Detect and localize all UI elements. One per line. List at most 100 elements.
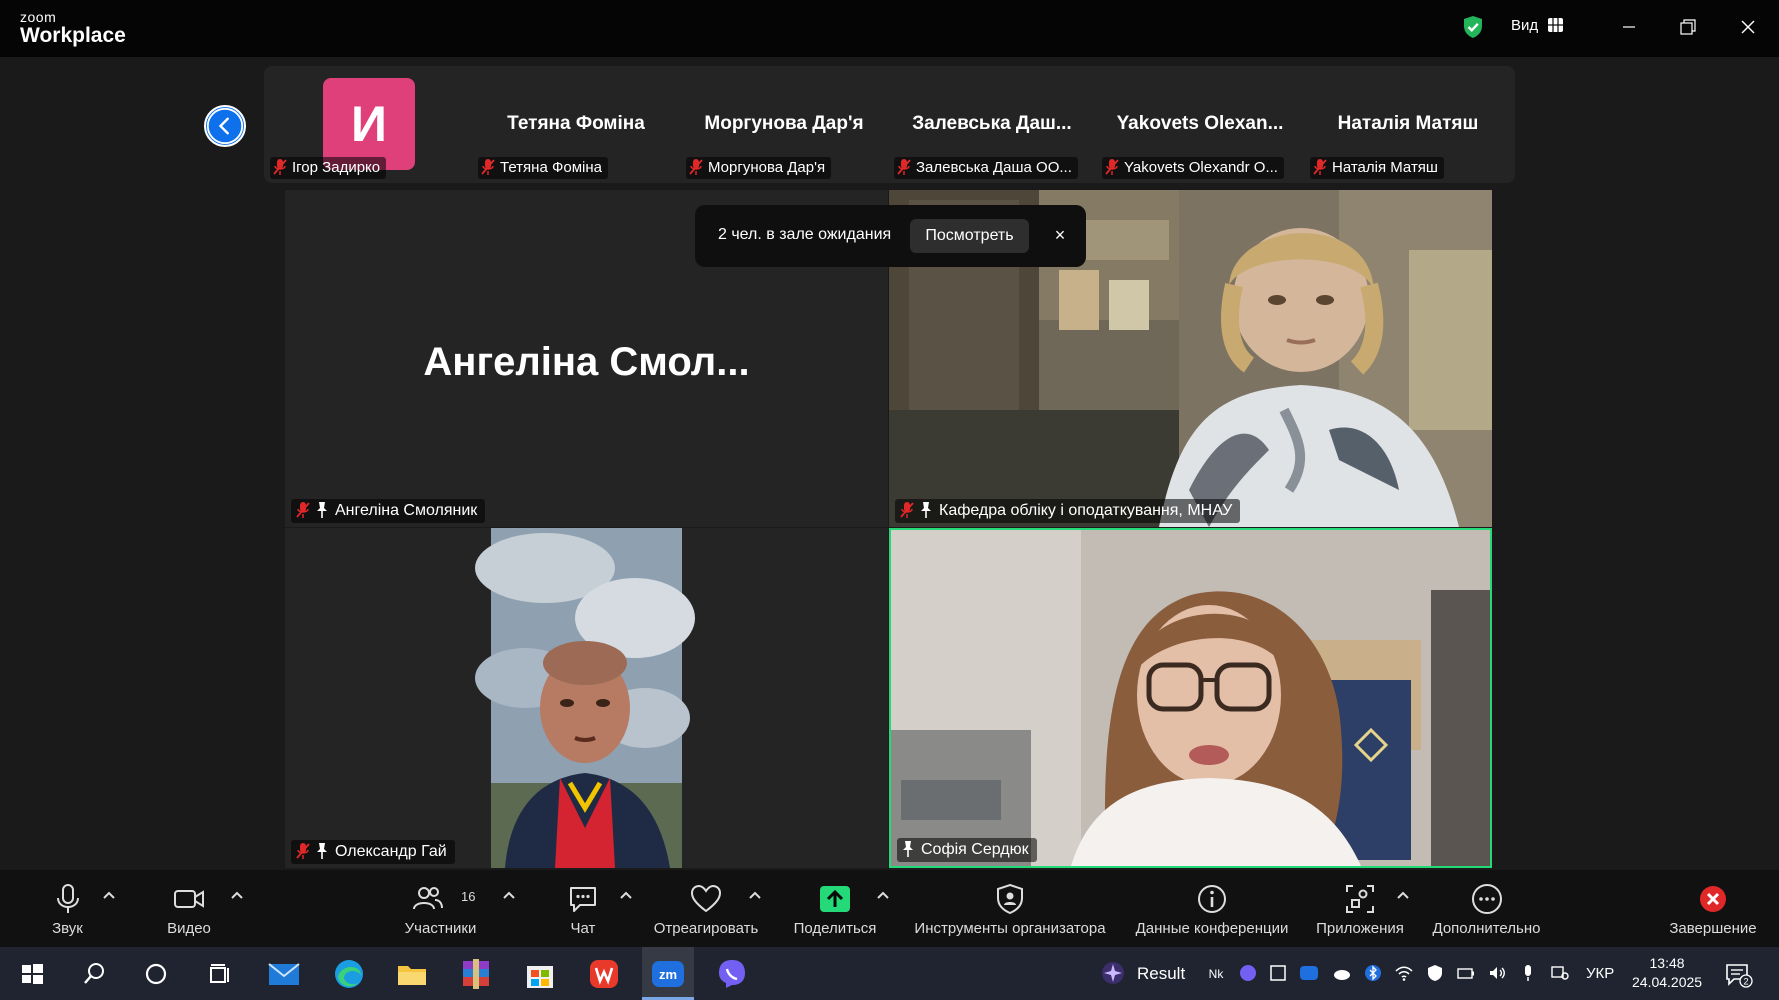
audio-options-chevron-icon[interactable]	[102, 890, 116, 900]
clock-time: 13:48	[1649, 955, 1685, 971]
viber-tray-icon[interactable]	[1238, 963, 1258, 983]
result-label[interactable]: Result	[1137, 964, 1185, 984]
video-options-chevron-icon[interactable]	[230, 890, 244, 900]
strip-tile[interactable]: Наталія Матяш Наталія Матяш	[1304, 66, 1512, 183]
zoom-app-icon[interactable]: zm	[649, 955, 687, 993]
strip-tile[interactable]: Залевська Даш... Залевська Даша ОО...	[888, 66, 1096, 183]
react-button[interactable]: Отреагировать	[650, 870, 762, 947]
participant-name: Залевська Даша ОО...	[916, 159, 1072, 176]
video-camera-icon	[174, 890, 204, 908]
participant-display-name: Yakovets Olexan...	[1116, 113, 1284, 134]
tray-app-icon[interactable]: Nk	[1206, 963, 1226, 983]
display-tray-icon[interactable]	[1550, 963, 1570, 983]
participants-icon	[412, 887, 443, 910]
mic-muted-icon	[296, 502, 310, 518]
input-language-indicator[interactable]: УКР	[1586, 965, 1614, 982]
restore-icon[interactable]	[1673, 12, 1703, 42]
zoom-tray-icon[interactable]	[1299, 963, 1319, 983]
chat-options-chevron-icon[interactable]	[619, 890, 633, 900]
strip-tile[interactable]: Моргунова Дар'я Моргунова Дар'я	[680, 66, 888, 183]
windows-start-icon[interactable]	[13, 955, 51, 993]
react-options-chevron-icon[interactable]	[748, 890, 762, 900]
apps-label: Приложения	[1316, 920, 1404, 937]
share-upload-icon	[820, 886, 850, 912]
chat-button[interactable]: Чат	[553, 870, 613, 947]
end-meeting-button[interactable]: Завершение	[1665, 870, 1761, 947]
battery-icon[interactable]	[1456, 963, 1476, 983]
participant-display-name: Тетяна Фоміна	[507, 113, 645, 134]
chat-bubble-icon	[570, 887, 596, 912]
participant-name-label: Тетяна Фоміна	[478, 157, 608, 179]
meeting-info-label: Данные конференции	[1135, 920, 1289, 937]
meeting-info-button[interactable]: Данные конференции	[1130, 870, 1294, 947]
share-screen-button[interactable]: Поделиться	[790, 870, 880, 947]
window-titlebar: zoom Workplace Вид	[0, 0, 1779, 57]
view-menu-label[interactable]: Вид	[1511, 17, 1538, 34]
participant-name-label: Ангеліна Смоляник	[291, 499, 486, 523]
video-button[interactable]: Видео	[150, 870, 228, 947]
host-tools-shield-icon	[997, 883, 1023, 915]
participant-name-label: Залевська Даша ОО...	[894, 157, 1078, 179]
participants-label: Участники	[404, 920, 477, 937]
security-tray-icon[interactable]	[1425, 963, 1445, 983]
participant-name-label: Yakovets Olexandr O...	[1102, 157, 1284, 179]
cortana-circle-icon[interactable]	[137, 955, 175, 993]
strip-tile[interactable]: И Ігор Задирко	[264, 66, 472, 183]
participants-button[interactable]: Участники	[398, 870, 483, 947]
view-waiting-room-button[interactable]: Посмотреть	[910, 219, 1029, 253]
task-view-icon[interactable]	[200, 955, 238, 993]
result-app-icon[interactable]	[1100, 960, 1126, 986]
notifications-count: 2	[1743, 977, 1748, 987]
host-tools-button[interactable]: Инструменты организатора	[905, 870, 1115, 947]
participant-strip: И Ігор Задирко Тетяна Фоміна Тетяна Фомі…	[264, 66, 1515, 183]
pin-icon	[921, 502, 931, 518]
close-icon[interactable]	[1733, 12, 1763, 42]
file-explorer-icon[interactable]	[393, 955, 431, 993]
participant-name: Ангеліна Смоляник	[335, 502, 478, 519]
microphone-tray-icon[interactable]	[1518, 963, 1538, 983]
audio-button[interactable]: Звук	[30, 870, 105, 947]
participant-name-label: Софія Сердюк	[897, 838, 1037, 862]
previous-page-button[interactable]	[204, 105, 246, 147]
strip-tile[interactable]: Тетяна Фоміна Тетяна Фоміна	[472, 66, 680, 183]
apps-options-chevron-icon[interactable]	[1396, 890, 1410, 900]
winrar-archive-icon[interactable]	[457, 955, 495, 993]
strip-tile[interactable]: Yakovets Olexan... Yakovets Olexandr O..…	[1096, 66, 1304, 183]
viber-icon[interactable]	[713, 955, 751, 993]
wps-office-icon[interactable]	[585, 955, 623, 993]
edge-browser-icon[interactable]	[330, 955, 368, 993]
mail-icon[interactable]	[265, 955, 303, 993]
participant-name: Моргунова Дар'я	[708, 159, 826, 176]
heart-icon	[690, 884, 722, 913]
gallery-grid-icon[interactable]	[1548, 18, 1563, 32]
encryption-shield-icon[interactable]	[1462, 15, 1484, 39]
wifi-icon[interactable]	[1394, 963, 1414, 983]
brand-small: zoom	[20, 9, 57, 25]
microsoft-store-icon[interactable]	[521, 955, 559, 993]
minimize-icon[interactable]	[1614, 12, 1644, 42]
close-notification-icon[interactable]: ×	[1048, 223, 1072, 247]
onedrive-cloud-icon[interactable]	[1332, 963, 1352, 983]
participant-name: Олександр Гай	[335, 843, 447, 860]
search-icon[interactable]	[75, 955, 113, 993]
participant-name: Yakovets Olexandr O...	[1124, 159, 1278, 176]
notifications-icon[interactable]: 2	[1723, 959, 1753, 989]
end-meeting-icon	[1700, 886, 1726, 912]
participant-name-label: Олександр Гай	[291, 840, 455, 864]
video-tile[interactable]: Олександр Гай	[285, 528, 888, 868]
bluetooth-icon[interactable]	[1363, 963, 1383, 983]
system-clock[interactable]: 13:48 24.04.2025	[1632, 954, 1702, 992]
participant-name: Софія Сердюк	[921, 841, 1029, 858]
svg-text:Nk: Nk	[1209, 967, 1225, 981]
volume-icon[interactable]	[1487, 963, 1507, 983]
apps-button[interactable]: Приложения	[1310, 870, 1410, 947]
share-options-chevron-icon[interactable]	[876, 890, 890, 900]
end-meeting-label: Завершение	[1669, 920, 1757, 937]
participants-options-chevron-icon[interactable]	[502, 890, 516, 900]
windows-taskbar: zm Result Nk УКР 13:48 24.04.2025 2	[0, 947, 1779, 1000]
waiting-room-notification: 2 чел. в зале ожидания Посмотреть ×	[695, 205, 1086, 267]
video-tile-active-speaker[interactable]: Софія Сердюк	[889, 528, 1492, 868]
more-button[interactable]: Дополнительно	[1424, 870, 1549, 947]
tray-app-icon[interactable]	[1268, 963, 1288, 983]
more-dots-icon	[1471, 884, 1502, 914]
